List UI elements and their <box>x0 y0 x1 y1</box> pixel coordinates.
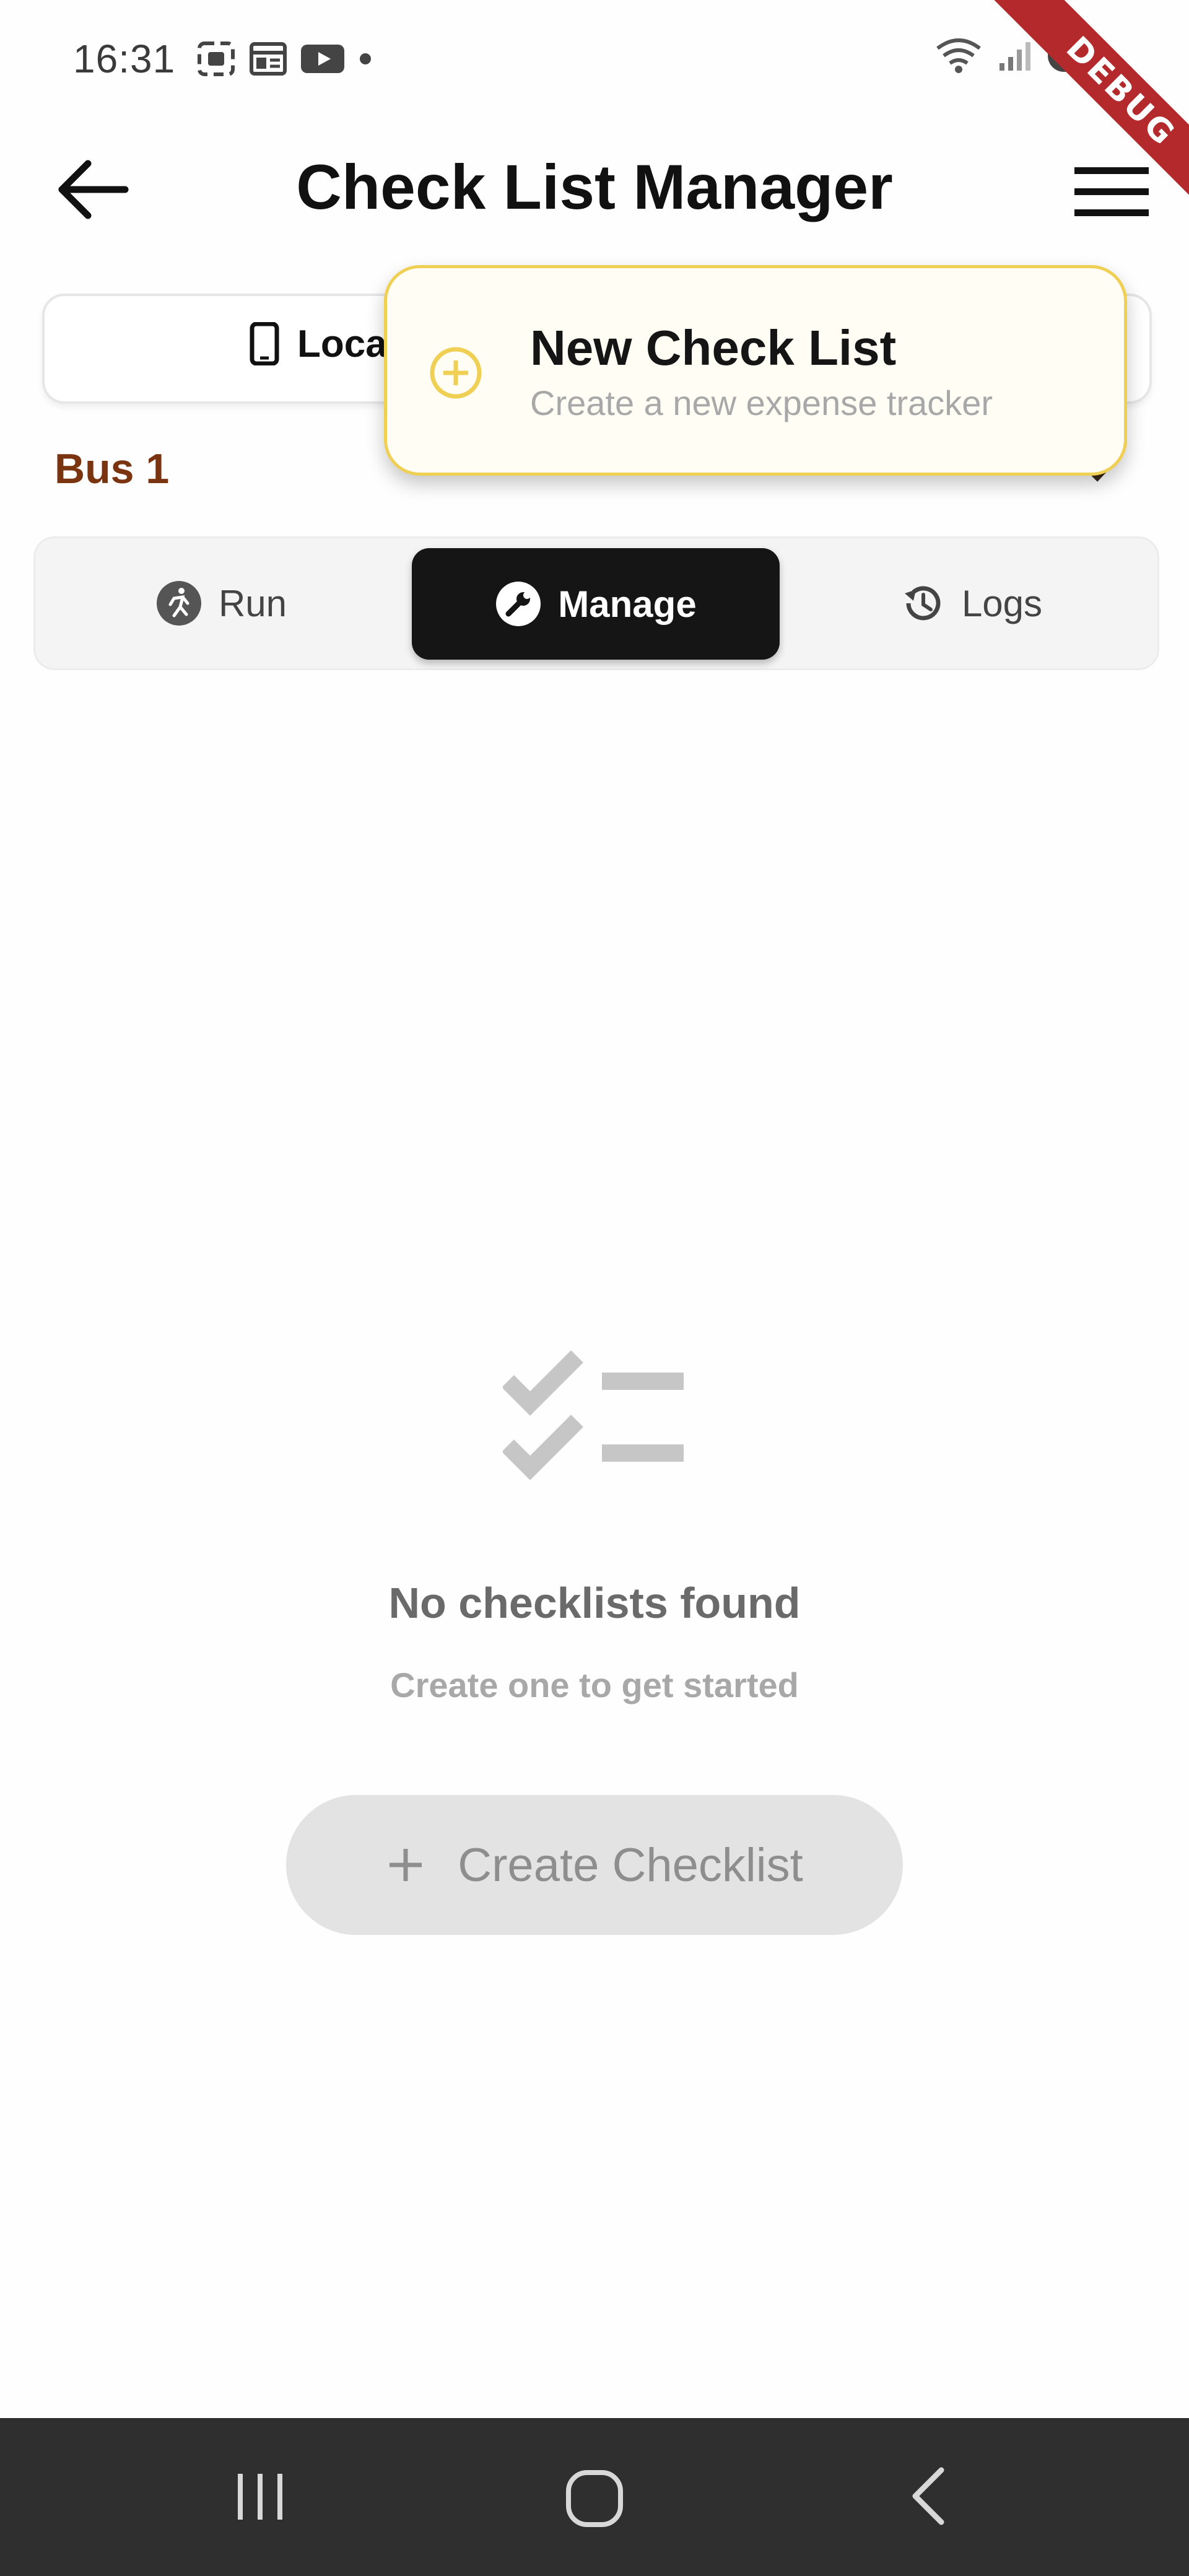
home-icon <box>566 2470 623 2527</box>
popup-title: New Check List <box>530 320 897 375</box>
gallery-icon <box>250 42 287 76</box>
run-icon <box>156 581 201 626</box>
wrench-icon <box>496 582 541 626</box>
dot-icon <box>360 53 371 64</box>
add-circle-icon <box>427 344 484 404</box>
tab-run[interactable]: Run <box>35 538 407 668</box>
plus-icon <box>390 1849 422 1881</box>
create-checklist-button[interactable]: Create Checklist <box>286 1795 903 1935</box>
phone-icon <box>249 321 280 369</box>
status-time: 16:31 <box>73 37 176 81</box>
screenshot-icon <box>198 41 235 76</box>
bus-name: Bus 1 <box>54 445 170 492</box>
hamburger-icon <box>1074 167 1149 216</box>
empty-subtitle: Create one to get started <box>390 1666 799 1705</box>
back-icon <box>912 2467 944 2525</box>
menu-button[interactable] <box>1065 155 1158 229</box>
storage-label: Loca <box>297 323 387 365</box>
tab-manage-label: Manage <box>558 583 697 625</box>
create-checklist-label: Create Checklist <box>458 1838 803 1892</box>
segmented-tabs: Run Manage Logs <box>33 536 1159 670</box>
youtube-icon <box>301 45 344 73</box>
page-title: Check List Manager <box>296 152 893 222</box>
recents-button[interactable] <box>229 2469 291 2528</box>
home-button[interactable] <box>564 2468 625 2533</box>
system-back-button[interactable] <box>907 2465 950 2530</box>
status-left-icons <box>197 41 373 77</box>
checklist-icon <box>502 1344 686 1490</box>
history-icon <box>904 586 941 621</box>
tab-manage[interactable]: Manage <box>412 548 780 660</box>
popup-subtitle: Create a new expense tracker <box>530 383 993 422</box>
empty-title: No checklists found <box>388 1579 801 1627</box>
tab-logs[interactable]: Logs <box>785 538 1156 668</box>
recents-icon <box>238 2474 282 2520</box>
tab-run-label: Run <box>218 582 287 624</box>
tab-logs-label: Logs <box>961 582 1043 624</box>
